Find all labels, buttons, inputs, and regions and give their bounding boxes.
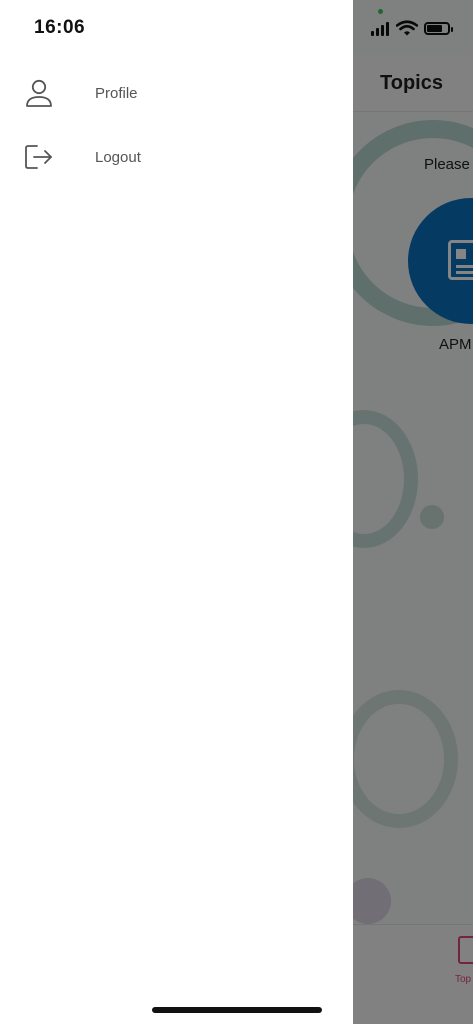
drawer-item-label: Profile <box>95 85 138 102</box>
person-icon <box>26 79 52 107</box>
side-drawer: 16:06 Profile Logout <box>0 0 353 1024</box>
drawer-item-profile[interactable]: Profile <box>0 66 353 122</box>
home-indicator[interactable] <box>152 1007 322 1013</box>
drawer-item-logout[interactable]: Logout <box>0 130 353 186</box>
status-time: 16:06 <box>34 17 86 38</box>
drawer-item-label: Logout <box>95 149 141 166</box>
drawer-scrim[interactable] <box>353 0 473 1024</box>
logout-icon <box>25 145 52 169</box>
